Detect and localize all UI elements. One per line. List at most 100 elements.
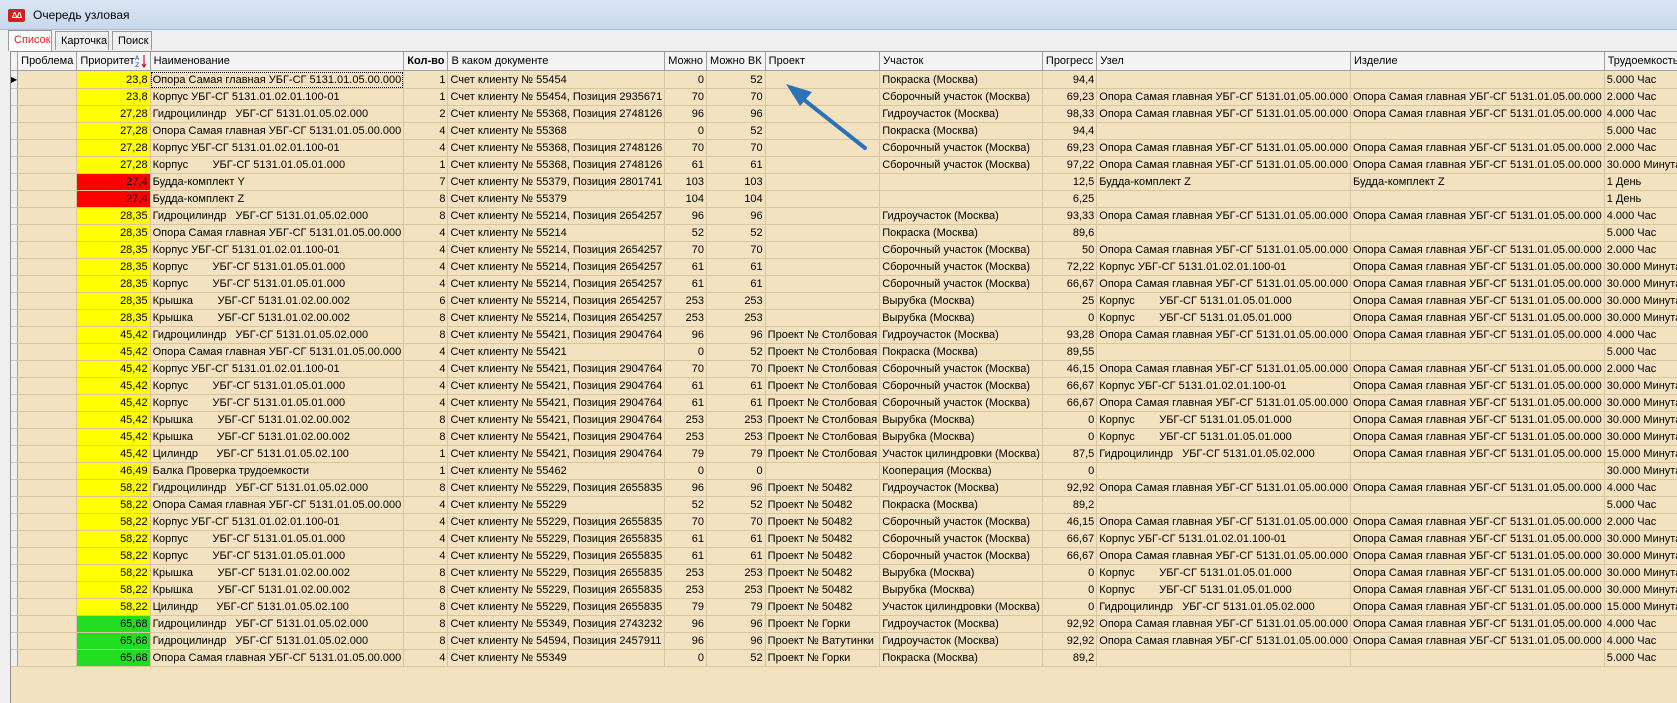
cell-document[interactable]: Счет клиенту № 55454, Позиция 2935671 bbox=[447, 88, 666, 106]
cell-qty[interactable]: 8 bbox=[403, 309, 449, 327]
cell-progress[interactable]: 46,15 bbox=[1042, 513, 1098, 531]
cell-project[interactable]: Проект № 50482 bbox=[765, 581, 881, 599]
cell-project[interactable] bbox=[765, 173, 881, 191]
cell-available[interactable]: 253 bbox=[664, 428, 708, 446]
cell-name[interactable]: Гидроцилиндр УБГ-СГ 5131.01.05.02.000 bbox=[150, 632, 405, 650]
cell-node[interactable]: Опора Самая главная УБГ-СГ 5131.01.05.00… bbox=[1096, 241, 1351, 259]
cell-document[interactable]: Счет клиенту № 55229, Позиция 2655835 bbox=[447, 564, 666, 582]
cell-progress[interactable]: 94,4 bbox=[1042, 122, 1098, 140]
cell-node[interactable] bbox=[1096, 224, 1351, 242]
row-indicator[interactable] bbox=[11, 428, 19, 446]
cell-labor[interactable]: 30.000 Минута bbox=[1604, 581, 1677, 599]
row-indicator[interactable] bbox=[11, 360, 19, 378]
cell-problem[interactable] bbox=[17, 224, 78, 242]
cell-priority[interactable]: 45,42 bbox=[76, 445, 151, 463]
row-indicator[interactable] bbox=[11, 377, 19, 395]
cell-available-vk[interactable]: 61 bbox=[706, 394, 766, 412]
cell-document[interactable]: Счет клиенту № 55214, Позиция 2654257 bbox=[447, 241, 666, 259]
row-indicator[interactable] bbox=[11, 462, 19, 480]
cell-document[interactable]: Счет клиенту № 54594, Позиция 2457911 bbox=[447, 632, 666, 650]
cell-priority[interactable]: 28,35 bbox=[76, 275, 151, 293]
table-row[interactable]: 65,68 Опора Самая главная УБГ-СГ 5131.01.… bbox=[11, 649, 1677, 667]
cell-progress[interactable]: 97,22 bbox=[1042, 156, 1098, 174]
table-row[interactable]: 65,68 Гидроцилиндр УБГ-СГ 5131.01.05.02.0… bbox=[11, 615, 1677, 633]
cell-available[interactable]: 253 bbox=[664, 292, 708, 310]
cell-available-vk[interactable]: 52 bbox=[706, 649, 766, 667]
cell-name[interactable]: Гидроцилиндр УБГ-СГ 5131.01.05.02.000 bbox=[150, 615, 405, 633]
cell-section[interactable]: Гидроучасток (Москва) bbox=[879, 615, 1043, 633]
row-indicator[interactable] bbox=[11, 241, 19, 259]
cell-priority[interactable]: 45,42 bbox=[76, 326, 151, 344]
cell-project[interactable] bbox=[765, 241, 881, 259]
cell-node[interactable] bbox=[1096, 343, 1351, 361]
cell-progress[interactable]: 87,5 bbox=[1042, 445, 1098, 463]
cell-node[interactable]: Опора Самая главная УБГ-СГ 5131.01.05.00… bbox=[1096, 275, 1351, 293]
cell-priority[interactable]: 46,49 bbox=[76, 462, 151, 480]
cell-progress[interactable]: 92,92 bbox=[1042, 615, 1098, 633]
cell-priority[interactable]: 45,42 bbox=[76, 428, 151, 446]
table-row[interactable]: 45,42 Опора Самая главная УБГ-СГ 5131.01.… bbox=[11, 343, 1677, 361]
cell-qty[interactable]: 2 bbox=[403, 105, 449, 123]
col-header-project[interactable]: Проект bbox=[765, 52, 881, 71]
cell-priority[interactable]: 28,35 bbox=[76, 241, 151, 259]
cell-name[interactable]: Корпус УБГ-СГ 5131.01.05.01.000 bbox=[150, 156, 405, 174]
cell-available[interactable]: 70 bbox=[664, 88, 708, 106]
cell-progress[interactable]: 6,25 bbox=[1042, 190, 1098, 208]
cell-name[interactable]: Опора Самая главная УБГ-СГ 5131.01.05.00… bbox=[150, 343, 405, 361]
cell-labor[interactable]: 30.000 Минута bbox=[1604, 428, 1677, 446]
cell-document[interactable]: Счет клиенту № 55229 bbox=[447, 496, 666, 514]
cell-name[interactable]: Корпус УБГ-СГ 5131.01.02.01.100-01 bbox=[150, 88, 405, 106]
table-row[interactable]: 28,35 Корпус УБГ-СГ 5131.01.02.01.100-01 4… bbox=[11, 241, 1677, 259]
cell-priority[interactable]: 28,35 bbox=[76, 258, 151, 276]
cell-document[interactable]: Счет клиенту № 55229, Позиция 2655835 bbox=[447, 479, 666, 497]
cell-progress[interactable]: 66,67 bbox=[1042, 530, 1098, 548]
cell-node[interactable]: Опора Самая главная УБГ-СГ 5131.01.05.00… bbox=[1096, 156, 1351, 174]
cell-section[interactable]: Покраска (Москва) bbox=[879, 496, 1043, 514]
cell-available-vk[interactable]: 96 bbox=[706, 615, 766, 633]
cell-document[interactable]: Счет клиенту № 55379 bbox=[447, 190, 666, 208]
cell-priority[interactable]: 45,42 bbox=[76, 394, 151, 412]
cell-available[interactable]: 104 bbox=[664, 190, 708, 208]
row-indicator[interactable] bbox=[11, 547, 19, 565]
cell-section[interactable]: Вырубка (Москва) bbox=[879, 411, 1043, 429]
cell-progress[interactable]: 89,55 bbox=[1042, 343, 1098, 361]
cell-progress[interactable]: 66,67 bbox=[1042, 377, 1098, 395]
cell-priority[interactable]: 23,8 bbox=[76, 88, 151, 106]
cell-labor[interactable]: 30.000 Минута bbox=[1604, 377, 1677, 395]
cell-product[interactable] bbox=[1350, 343, 1605, 361]
cell-priority[interactable]: 58,22 bbox=[76, 598, 151, 616]
row-indicator[interactable] bbox=[11, 513, 19, 531]
cell-node[interactable]: Опора Самая главная УБГ-СГ 5131.01.05.00… bbox=[1096, 360, 1351, 378]
cell-product[interactable] bbox=[1350, 122, 1605, 140]
cell-document[interactable]: Счет клиенту № 55421 bbox=[447, 343, 666, 361]
cell-product[interactable]: Опора Самая главная УБГ-СГ 5131.01.05.00… bbox=[1350, 326, 1605, 344]
cell-section[interactable]: Сборочный участок (Москва) bbox=[879, 88, 1043, 106]
cell-available-vk[interactable]: 0 bbox=[706, 462, 766, 480]
cell-section[interactable]: Покраска (Москва) bbox=[879, 122, 1043, 140]
cell-project[interactable] bbox=[765, 275, 881, 293]
cell-problem[interactable] bbox=[17, 70, 78, 89]
cell-node[interactable]: Опора Самая главная УБГ-СГ 5131.01.05.00… bbox=[1096, 105, 1351, 123]
cell-product[interactable]: Опора Самая главная УБГ-СГ 5131.01.05.00… bbox=[1350, 513, 1605, 531]
table-row[interactable]: 27,4 Будда-комплект Z 8 Счет клиенту № 5537… bbox=[11, 190, 1677, 208]
col-header-priority[interactable]: Приоритет A Z bbox=[76, 52, 151, 71]
cell-product[interactable]: Опора Самая главная УБГ-СГ 5131.01.05.00… bbox=[1350, 105, 1605, 123]
cell-problem[interactable] bbox=[17, 581, 78, 599]
cell-name[interactable]: Корпус УБГ-СГ 5131.01.05.01.000 bbox=[150, 530, 405, 548]
cell-project[interactable]: Проект № 50482 bbox=[765, 496, 881, 514]
cell-priority[interactable]: 23,8 bbox=[76, 70, 151, 89]
cell-document[interactable]: Счет клиенту № 55421, Позиция 2904764 bbox=[447, 326, 666, 344]
cell-document[interactable]: Счет клиенту № 55214, Позиция 2654257 bbox=[447, 309, 666, 327]
cell-node[interactable] bbox=[1096, 496, 1351, 514]
row-indicator[interactable] bbox=[11, 445, 19, 463]
cell-progress[interactable]: 0 bbox=[1042, 581, 1098, 599]
cell-document[interactable]: Счет клиенту № 55421, Позиция 2904764 bbox=[447, 428, 666, 446]
col-header-document[interactable]: В каком документе bbox=[447, 52, 666, 71]
cell-product[interactable] bbox=[1350, 190, 1605, 208]
cell-available-vk[interactable]: 61 bbox=[706, 530, 766, 548]
cell-progress[interactable]: 66,67 bbox=[1042, 547, 1098, 565]
cell-progress[interactable]: 94,4 bbox=[1042, 70, 1098, 89]
cell-qty[interactable]: 1 bbox=[403, 70, 449, 89]
cell-labor[interactable]: 30.000 Минута bbox=[1604, 309, 1677, 327]
cell-document[interactable]: Счет клиенту № 55368, Позиция 2748126 bbox=[447, 139, 666, 157]
